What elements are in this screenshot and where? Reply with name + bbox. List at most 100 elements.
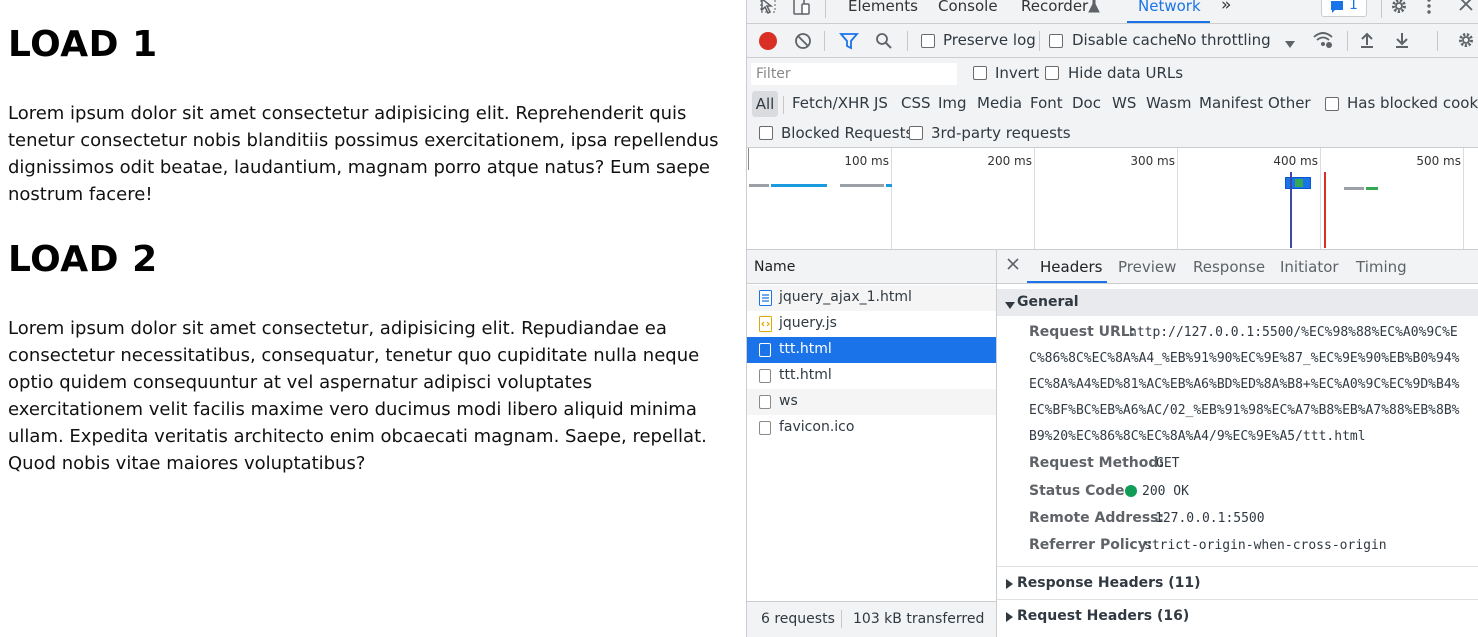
tick-500ms: 500 ms	[1416, 154, 1461, 168]
filter-input[interactable]	[751, 63, 957, 85]
name-header-label: Name	[754, 259, 796, 275]
network-toolbar: Preserve log Disable cache No throttling	[747, 24, 1478, 58]
type-filter-manifest[interactable]: Manifest	[1199, 94, 1263, 112]
settings-gear-icon[interactable]	[1390, 0, 1408, 19]
record-icon[interactable]	[759, 32, 777, 50]
network-settings-icon[interactable]	[1457, 31, 1475, 53]
throttling-dropdown-icon[interactable]	[1285, 37, 1295, 53]
detail-tab-bar: Headers Preview Response Initiator Timin…	[997, 250, 1478, 284]
heading-load-2: LOAD 2	[8, 239, 158, 280]
tick-400ms: 400 ms	[1273, 154, 1318, 168]
network-conditions-icon[interactable]	[1312, 30, 1334, 54]
remote-address-value: 127.0.0.1:5500	[1155, 511, 1265, 526]
clear-icon[interactable]	[794, 32, 812, 54]
request-headers-section[interactable]: Request Headers (16)	[997, 599, 1478, 632]
type-filter-img[interactable]: Img	[938, 94, 967, 112]
request-method-value: GET	[1156, 456, 1180, 471]
type-filter-doc[interactable]: Doc	[1072, 94, 1101, 112]
collapse-triangle-icon	[1005, 298, 1015, 314]
request-name: jquery.js	[779, 315, 837, 331]
name-column-header[interactable]: Name	[747, 250, 996, 284]
page-content: LOAD 1 Lorem ipsum dolor sit amet consec…	[0, 0, 746, 637]
inspect-element-icon[interactable]	[759, 0, 779, 21]
active-tab-indicator	[1127, 21, 1210, 23]
blank-file-icon	[759, 395, 771, 409]
referrer-policy-label: Referrer Policy:	[1029, 537, 1153, 553]
blocked-filter-row: Blocked Requests 3rd-party requests	[747, 120, 1478, 148]
script-icon	[759, 316, 772, 336]
invert-checkbox[interactable]	[973, 66, 987, 80]
request-row-selected[interactable]: ttt.html	[747, 337, 996, 363]
tab-console[interactable]: Console	[938, 0, 998, 15]
expand-triangle-icon	[1006, 577, 1013, 593]
tab-headers[interactable]: Headers	[1040, 258, 1102, 276]
timeline-bar	[1295, 179, 1303, 187]
request-row[interactable]: jquery_ajax_1.html	[747, 285, 996, 311]
status-success-icon	[1125, 485, 1137, 497]
tab-recorder[interactable]: Recorder	[1021, 0, 1088, 15]
devtools-panel: Elements Console Recorder Network » 1 Pr…	[746, 0, 1478, 637]
blocked-requests-label: Blocked Requests	[781, 124, 914, 142]
preserve-log-label: Preserve log	[943, 31, 1036, 49]
type-filter-js[interactable]: JS	[874, 94, 888, 112]
response-headers-section[interactable]: Response Headers (11)	[997, 566, 1478, 599]
type-filter-other[interactable]: Other	[1268, 94, 1311, 112]
flask-icon	[1088, 0, 1100, 18]
remote-address-label: Remote Address:	[1029, 510, 1165, 526]
paragraph-2: Lorem ipsum dolor sit amet consectetur, …	[8, 318, 707, 474]
timeline-bar	[749, 184, 769, 187]
general-section-header[interactable]: General	[997, 289, 1478, 316]
search-icon[interactable]	[875, 32, 893, 54]
tab-timing[interactable]: Timing	[1356, 258, 1407, 276]
filter-funnel-icon[interactable]	[839, 32, 859, 54]
export-har-icon[interactable]	[1393, 31, 1411, 53]
third-party-label: 3rd-party requests	[931, 124, 1071, 142]
request-details: Headers Preview Response Initiator Timin…	[997, 250, 1478, 637]
blank-file-icon	[759, 421, 771, 435]
close-details-icon[interactable]	[1007, 258, 1019, 274]
timeline-bar	[771, 184, 827, 187]
request-url-value: http://127.0.0.1:5500/%EC%98%88%EC%A0%9C…	[1129, 325, 1458, 340]
network-overview-timeline[interactable]: 100 ms 200 ms 300 ms 400 ms 500 ms	[747, 148, 1478, 250]
request-row[interactable]: ttt.html	[747, 363, 996, 389]
has-blocked-cookies-checkbox[interactable]	[1325, 97, 1339, 111]
tick-200ms: 200 ms	[987, 154, 1032, 168]
blocked-requests-checkbox[interactable]	[759, 126, 773, 140]
request-name: favicon.ico	[779, 419, 855, 435]
third-party-checkbox[interactable]	[909, 126, 923, 140]
import-har-icon[interactable]	[1358, 31, 1376, 53]
has-blocked-cookies-label: Has blocked cookies	[1347, 94, 1478, 112]
request-row[interactable]: favicon.ico	[747, 415, 996, 441]
type-filter-all[interactable]: All	[752, 91, 778, 117]
tab-network[interactable]: Network	[1138, 0, 1201, 15]
heading-load-1: LOAD 1	[8, 24, 158, 65]
tab-initiator[interactable]: Initiator	[1280, 258, 1339, 276]
type-filter-font[interactable]: Font	[1030, 94, 1063, 112]
tab-preview[interactable]: Preview	[1118, 258, 1176, 276]
tab-response[interactable]: Response	[1193, 258, 1265, 276]
tab-elements[interactable]: Elements	[848, 0, 918, 15]
type-filter-media[interactable]: Media	[977, 94, 1022, 112]
throttling-select[interactable]: No throttling	[1176, 31, 1271, 49]
preserve-log-checkbox[interactable]	[921, 34, 935, 48]
request-url-value: EC%8A%A4%ED%81%AC%EB%A6%BD%ED%8A%B8+%EC%…	[1029, 377, 1460, 392]
hide-data-urls-checkbox[interactable]	[1045, 66, 1059, 80]
request-url-value: EC%BF%BC%EB%A6%AC/02_%EB%91%98%EC%A7%B8%…	[1029, 403, 1460, 418]
hide-data-urls-label: Hide data URLs	[1068, 64, 1184, 82]
more-tabs-icon[interactable]: »	[1221, 0, 1231, 15]
type-filter-css[interactable]: CSS	[901, 94, 931, 112]
request-name: jquery_ajax_1.html	[779, 289, 912, 305]
type-filter-fetch-xhr[interactable]: Fetch/XHR	[792, 94, 870, 112]
active-detail-tab-indicator	[1027, 281, 1107, 283]
referrer-policy-value: strict-origin-when-cross-origin	[1144, 538, 1387, 553]
type-filter-wasm[interactable]: Wasm	[1146, 94, 1192, 112]
request-row[interactable]: ws	[747, 389, 996, 415]
more-options-icon[interactable]	[1426, 0, 1432, 18]
disable-cache-checkbox[interactable]	[1049, 34, 1063, 48]
close-devtools-icon[interactable]	[1458, 0, 1474, 17]
tick-300ms: 300 ms	[1130, 154, 1175, 168]
type-filter-ws[interactable]: WS	[1112, 94, 1136, 112]
issues-badge[interactable]: 1	[1321, 0, 1367, 17]
device-toolbar-icon[interactable]	[791, 0, 811, 21]
request-row[interactable]: jquery.js	[747, 311, 996, 337]
